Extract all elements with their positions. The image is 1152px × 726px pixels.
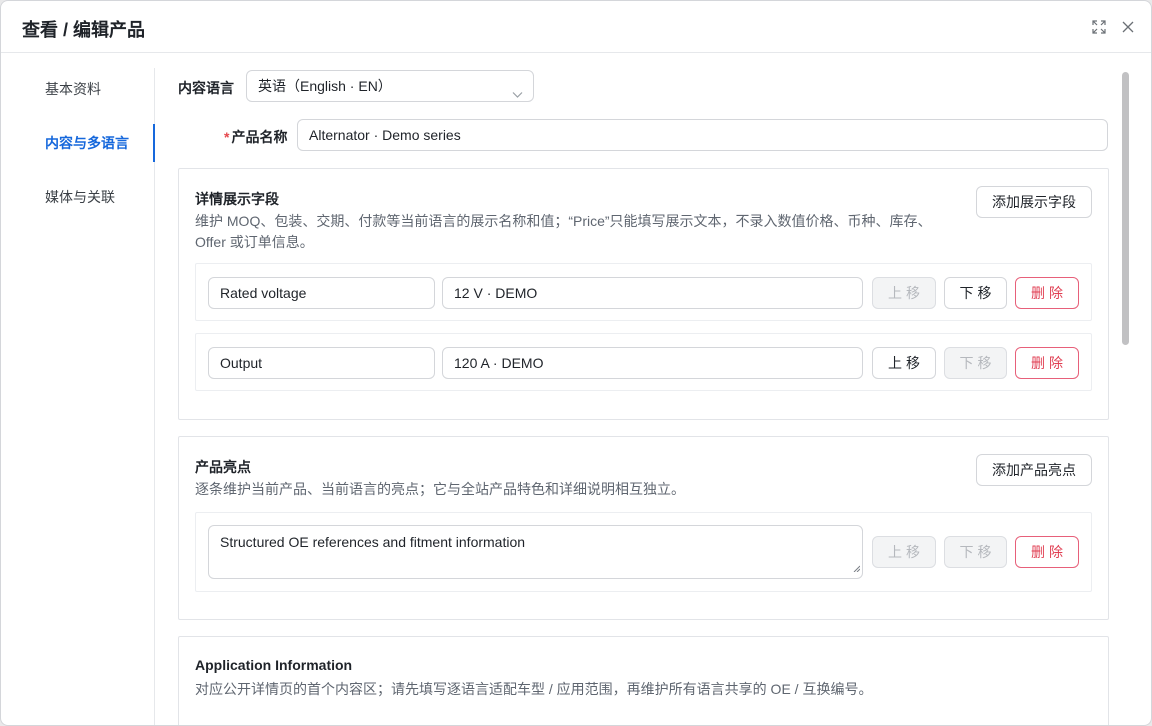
main-content: 内容语言 英语（English · EN） * 产品名称 Alternator ·… <box>156 53 1116 725</box>
move-down-button[interactable]: 下移 <box>944 536 1007 568</box>
move-up-button[interactable]: 上移 <box>872 277 936 309</box>
product-name-input[interactable]: Alternator · Demo series <box>297 119 1108 151</box>
delete-button[interactable]: 删除 <box>1015 277 1079 309</box>
scrollbar-thumb[interactable] <box>1122 72 1129 345</box>
language-select-value: 英语（English · EN） <box>258 78 392 94</box>
move-up-button[interactable]: 上移 <box>872 347 936 379</box>
application-card-desc: 对应公开详情页的首个内容区；请先填写逐语言适配车型 / 应用范围，再维护所有语言… <box>195 681 873 697</box>
move-up-button[interactable]: 上移 <box>872 536 936 568</box>
add-detail-field-button[interactable]: 添加展示字段 <box>976 186 1092 218</box>
resize-handle-icon[interactable] <box>853 558 861 576</box>
edit-product-dialog: 查看 / 编辑产品 基本资料 内容与多语言 媒体与关联 内容语言 英语（Engl… <box>0 0 1152 726</box>
application-card-title: Application Information <box>195 657 353 673</box>
nav-item-media-relations[interactable]: 媒体与关联 <box>1 178 154 216</box>
move-down-button[interactable]: 下移 <box>944 347 1007 379</box>
details-card-desc-2: Offer 或订单信息。 <box>195 234 314 250</box>
detail-field-name-input[interactable]: Rated voltage <box>208 277 435 309</box>
details-card-desc-1: 维护 MOQ、包装、交期、付款等当前语言的展示名称和值；“Price”只能填写展… <box>195 213 932 229</box>
nav-item-basic-info[interactable]: 基本资料 <box>1 70 154 108</box>
detail-field-row: Output 120 A · DEMO 上移 下移 删除 <box>195 333 1092 391</box>
details-card-title: 详情展示字段 <box>195 191 279 207</box>
delete-button[interactable]: 删除 <box>1015 347 1079 379</box>
details-fields-card: 详情展示字段 维护 MOQ、包装、交期、付款等当前语言的展示名称和值；“Pric… <box>178 168 1109 420</box>
highlights-card-desc: 逐条维护当前产品、当前语言的亮点；它与全站产品特色和详细说明相互独立。 <box>195 481 685 497</box>
move-down-button[interactable]: 下移 <box>944 277 1007 309</box>
highlight-textarea[interactable]: Structured OE references and fitment inf… <box>208 525 863 579</box>
language-select[interactable]: 英语（English · EN） <box>246 70 534 102</box>
detail-field-row: Rated voltage 12 V · DEMO 上移 下移 删除 <box>195 263 1092 321</box>
delete-button[interactable]: 删除 <box>1015 536 1079 568</box>
language-label: 内容语言 <box>178 80 234 96</box>
highlights-card: 产品亮点 逐条维护当前产品、当前语言的亮点；它与全站产品特色和详细说明相互独立。… <box>178 436 1109 620</box>
expand-icon[interactable] <box>1090 18 1108 36</box>
side-nav: 基本资料 内容与多语言 媒体与关联 <box>1 68 155 725</box>
detail-field-value-input[interactable]: 12 V · DEMO <box>442 277 863 309</box>
detail-field-value-input[interactable]: 120 A · DEMO <box>442 347 863 379</box>
dialog-header: 查看 / 编辑产品 <box>1 1 1151 53</box>
dialog-title: 查看 / 编辑产品 <box>22 20 146 40</box>
close-icon[interactable] <box>1119 18 1137 36</box>
highlight-row: Structured OE references and fitment inf… <box>195 512 1092 592</box>
highlight-text: Structured OE references and fitment inf… <box>220 534 526 550</box>
nav-item-content-languages[interactable]: 内容与多语言 <box>1 124 155 162</box>
add-highlight-button[interactable]: 添加产品亮点 <box>976 454 1092 486</box>
chevron-down-icon <box>512 80 523 110</box>
product-name-label: * 产品名称 <box>224 129 288 145</box>
highlights-card-title: 产品亮点 <box>195 459 251 475</box>
required-mark: * <box>224 129 230 145</box>
detail-field-name-input[interactable]: Output <box>208 347 435 379</box>
application-info-card: Application Information 对应公开详情页的首个内容区；请先… <box>178 636 1109 725</box>
